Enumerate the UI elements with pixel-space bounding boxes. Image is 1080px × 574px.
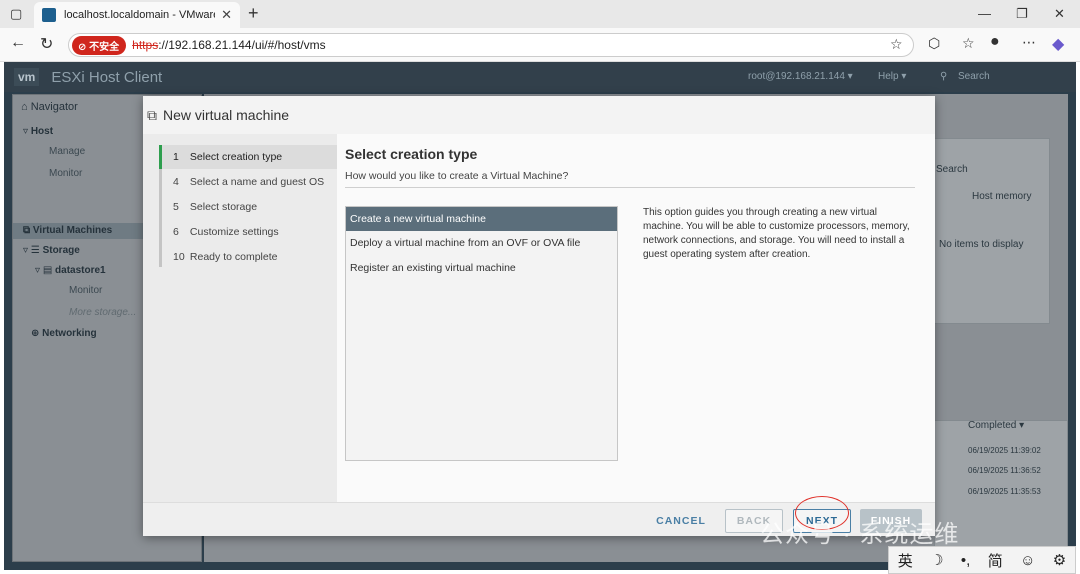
nav-storage[interactable]: ▿ ☰ Storage xyxy=(23,245,80,256)
ime-punct-icon[interactable]: •, xyxy=(961,552,970,569)
back-arrow-icon[interactable]: ← xyxy=(10,34,26,52)
close-window-icon[interactable]: ✕ xyxy=(1054,6,1065,22)
creation-type-list: Create a new virtual machine Deploy a vi… xyxy=(345,206,618,461)
nav-virtual-machines[interactable]: ⧉ Virtual Machines xyxy=(23,225,112,236)
profile-avatar-icon[interactable]: ● xyxy=(990,33,1000,51)
vmware-favicon-icon xyxy=(42,8,56,22)
network-icon: ⊕ xyxy=(31,328,43,339)
nav-host-label: Host xyxy=(30,126,54,137)
search-icon[interactable]: ⚲ xyxy=(940,71,947,82)
user-menu[interactable]: root@192.168.21.144 ▾ xyxy=(748,71,853,82)
ime-toolbar: 英 ☽ •, 简 ☺ ⚙ xyxy=(888,546,1076,574)
copilot-icon[interactable]: ◆ xyxy=(1052,34,1064,54)
option-register-existing[interactable]: Register an existing virtual machine xyxy=(346,256,617,280)
help-menu[interactable]: Help ▾ xyxy=(878,71,906,82)
nav-networking[interactable]: ⊕ Networking xyxy=(31,328,97,339)
home-icon: ⌂ xyxy=(21,101,31,113)
nav-networking-label: Networking xyxy=(42,328,97,339)
tab-title: localhost.localdomain - VMware E xyxy=(64,9,216,21)
option-deploy-ovf[interactable]: Deploy a virtual machine from an OVF or … xyxy=(346,231,617,255)
nav-storage-label: Storage xyxy=(42,245,80,256)
nav-vm-label: Virtual Machines xyxy=(32,225,113,236)
option-create-new-vm[interactable]: Create a new virtual machine xyxy=(346,207,617,231)
insecure-label: 不安全 xyxy=(89,41,120,53)
browser-tab-bar: ▢ localhost.localdomain - VMware E ✕ + —… xyxy=(0,0,1080,28)
bg-date: 06/19/2025 11:36:52 xyxy=(968,466,1041,475)
search-link[interactable]: Search xyxy=(958,71,990,82)
favorite-star-icon[interactable]: ☆ xyxy=(890,36,903,53)
step-label: Select a name and guest OS xyxy=(189,176,325,188)
content-heading: Select creation type xyxy=(345,146,478,162)
ime-simplified[interactable]: 简 xyxy=(988,550,1003,571)
step-number: 6 xyxy=(173,226,179,238)
nav-host[interactable]: ▿ Host xyxy=(23,126,53,137)
wizard-content: Select creation type How would you like … xyxy=(337,134,935,502)
nav-datastore-monitor[interactable]: Monitor xyxy=(69,285,102,296)
wizard-steps: 1 Select creation type 4 Select a name a… xyxy=(143,134,337,502)
favorites-icon[interactable]: ☆ xyxy=(962,35,975,52)
step-number: 5 xyxy=(173,201,179,213)
wizard-title: New virtual machine xyxy=(163,107,290,123)
step-ready-to-complete[interactable]: 10 Ready to complete xyxy=(159,245,337,269)
vm-icon: ⧉ xyxy=(23,225,33,236)
storage-icon: ☰ xyxy=(30,245,43,256)
extensions-icon[interactable]: ⬡ xyxy=(928,35,940,52)
new-tab-icon[interactable]: + xyxy=(248,3,259,24)
insecure-badge[interactable]: ⊘ 不安全 xyxy=(72,35,127,55)
wizard-title-bar: ⧉ New virtual machine xyxy=(143,96,935,134)
nav-datastore-label: datastore1 xyxy=(55,265,106,276)
content-subheading: How would you like to create a Virtual M… xyxy=(345,170,569,182)
content-divider xyxy=(345,187,915,188)
step-select-storage[interactable]: 5 Select storage xyxy=(159,195,337,219)
app-title: ESXi Host Client xyxy=(51,68,163,86)
url-scheme: https xyxy=(132,38,159,52)
vm-logo: vm xyxy=(14,68,40,86)
more-icon[interactable]: ⋯ xyxy=(1022,34,1036,51)
step-number: 10 xyxy=(173,251,185,263)
step-label: Customize settings xyxy=(189,226,279,238)
new-vm-icon: ⧉ xyxy=(147,106,157,123)
bg-completed-header: Completed ▾ xyxy=(968,420,1025,431)
bg-search: Search xyxy=(936,164,968,175)
step-label: Ready to complete xyxy=(189,251,278,263)
step-number: 1 xyxy=(173,151,179,163)
nav-host-manage[interactable]: Manage xyxy=(49,146,85,157)
step-select-name[interactable]: 4 Select a name and guest OS xyxy=(159,170,337,194)
restore-icon[interactable]: ❐ xyxy=(1016,6,1028,22)
navigator-label: Navigator xyxy=(30,101,78,113)
step-label: Select creation type xyxy=(189,151,283,163)
step-number: 4 xyxy=(173,176,179,188)
new-vm-wizard: ⧉ New virtual machine 1 Select creation … xyxy=(143,96,935,536)
bg-no-items: No items to display xyxy=(939,239,1024,250)
nav-host-monitor[interactable]: Monitor xyxy=(49,168,82,179)
step-label: Select storage xyxy=(189,201,258,213)
navigator-title: ⌂ Navigator xyxy=(21,101,78,113)
ime-language[interactable]: 英 xyxy=(898,550,913,571)
step-select-creation-type[interactable]: 1 Select creation type xyxy=(159,145,337,169)
tab-actions-icon[interactable]: ▢ xyxy=(10,6,22,22)
ime-settings-icon[interactable]: ⚙ xyxy=(1053,551,1066,569)
nav-datastore1[interactable]: ▿ ▤ datastore1 xyxy=(35,265,106,276)
bg-host-memory: Host memory xyxy=(972,191,1032,202)
option-description: This option guides you through creating … xyxy=(643,207,910,260)
bg-date: 06/19/2025 11:35:53 xyxy=(968,487,1041,496)
refresh-icon[interactable]: ↻ xyxy=(40,34,53,54)
step-customize-settings[interactable]: 6 Customize settings xyxy=(159,220,337,244)
url-path: ://192.168.21.144/ui/#/host/vms xyxy=(158,38,326,52)
ime-moon-icon[interactable]: ☽ xyxy=(930,551,943,569)
address-bar-row: ← ↻ ⊘ 不安全 https://192.168.21.144/ui/#/ho… xyxy=(0,28,1080,62)
cancel-button[interactable]: CANCEL xyxy=(643,509,719,533)
close-tab-icon[interactable]: ✕ xyxy=(221,7,232,23)
esxi-header: vm ESXi Host Client root@192.168.21.144 … xyxy=(4,62,1076,92)
nav-more-storage[interactable]: More storage... xyxy=(69,307,136,318)
browser-tab[interactable]: localhost.localdomain - VMware E ✕ xyxy=(34,2,240,28)
watermark: 公众号 · 系统运维 xyxy=(760,521,960,548)
ime-emoji-icon[interactable]: ☺ xyxy=(1020,552,1035,569)
datastore-icon: ▤ xyxy=(42,265,56,276)
minimize-icon[interactable]: — xyxy=(978,6,991,21)
url-bar[interactable]: ⊘ 不安全 https://192.168.21.144/ui/#/host/v… xyxy=(68,33,914,57)
bg-date: 06/19/2025 11:39:02 xyxy=(968,446,1041,455)
